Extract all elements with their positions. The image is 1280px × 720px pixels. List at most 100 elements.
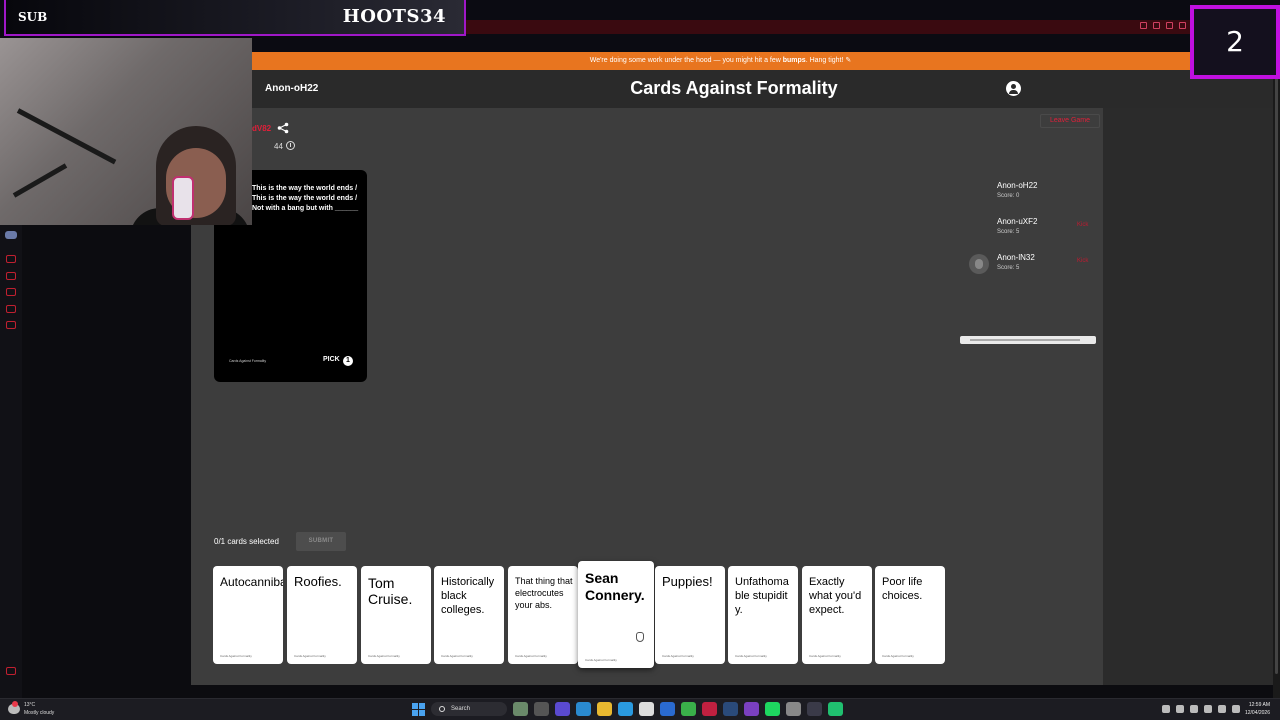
app-icon[interactable] [555, 702, 570, 716]
share-icon[interactable] [277, 122, 289, 134]
leave-game-button[interactable]: Leave Game [1040, 114, 1100, 128]
page-scrollbar[interactable] [1273, 70, 1280, 698]
player-score: Score: 5 [997, 265, 1020, 271]
settings-icon[interactable] [786, 702, 801, 716]
submit-button[interactable]: SUBMIT [296, 532, 346, 551]
card-text: Autocannibalism. [220, 575, 283, 589]
card-footer: Cards Against Formality [585, 658, 617, 662]
card-text: Exactly what you'd expect. [809, 576, 862, 616]
white-card[interactable]: Unfathomable stupidity. Cards Against For… [728, 566, 798, 664]
counter-overlay: 2 [1190, 5, 1280, 79]
card-footer: Cards Against Formality [368, 654, 400, 658]
play-icon[interactable] [6, 272, 16, 280]
card-text: Sean Connery. [585, 570, 645, 603]
discord-icon[interactable] [5, 231, 17, 239]
app-icon[interactable] [6, 667, 16, 675]
copilot-icon[interactable] [576, 702, 591, 716]
account-icon[interactable] [1006, 81, 1021, 96]
card-footer: Cards Against Formality [662, 654, 694, 658]
card-text: Tom Cruise. [368, 575, 413, 607]
timer-value: 44 [274, 142, 283, 151]
app-icon[interactable] [807, 702, 822, 716]
player-name: Anon-uXF2 [997, 217, 1038, 226]
player-list: Anon-oH22 Score: 0 Anon-uXF2 Score: 5 Ki… [965, 178, 1095, 286]
volume-icon[interactable] [1218, 705, 1226, 713]
card-text: Historically black colleges. [441, 576, 495, 616]
onedrive-icon[interactable] [1176, 705, 1184, 713]
store-icon[interactable] [639, 702, 654, 716]
settings-icon[interactable] [6, 321, 16, 329]
task-view-icon[interactable] [534, 702, 549, 716]
pick-count-badge: 1 [343, 356, 353, 366]
microphone-icon [172, 176, 194, 220]
player-name: Anon-lN32 [997, 253, 1035, 262]
battery-icon[interactable] [1232, 705, 1240, 713]
file-explorer-icon[interactable] [597, 702, 612, 716]
app-icon[interactable] [6, 305, 16, 313]
kick-player-button[interactable]: Kick [1077, 258, 1088, 264]
counter-value: 2 [1226, 25, 1244, 58]
white-card[interactable]: Poor life choices. Cards Against Formalit… [875, 566, 945, 664]
sub-label: SUB [18, 10, 48, 24]
white-card[interactable]: Tom Cruise. Cards Against Formality [361, 566, 431, 664]
player-list-scrollbar[interactable] [960, 336, 1096, 344]
windows-start-icon[interactable] [412, 702, 425, 716]
clock-date: 12/04/2026 [1244, 710, 1270, 716]
card-footer: Cards Against Formality [882, 654, 914, 658]
banner-bold-text: bumps [782, 57, 806, 64]
taskbar-clock[interactable]: 12:59 AM 12/04/2026 [1245, 701, 1270, 717]
app-title: Cards Against Formality [630, 78, 838, 98]
mail-icon[interactable] [660, 702, 675, 716]
player-row: Anon-oH22 Score: 0 [965, 178, 1095, 214]
card-footer: Cards Against Formality [441, 654, 473, 658]
maintenance-banner: We're doing some work under the hood — y… [251, 52, 1190, 70]
player-row: Anon-uXF2 Score: 5 Kick [965, 214, 1095, 250]
app-icon[interactable] [6, 255, 16, 263]
browser-tab-strip [465, 20, 1190, 34]
spotify-icon[interactable] [765, 702, 780, 716]
white-card[interactable]: Autocannibalism. Cards Against Formality [213, 566, 283, 664]
card-text: Roofies. [294, 574, 342, 589]
app-icon[interactable] [6, 288, 16, 296]
extension-icon[interactable] [1166, 22, 1173, 29]
app-icon[interactable] [681, 702, 696, 716]
black-card-prompt: This is the way the world ends / This is… [252, 185, 359, 212]
white-card[interactable]: Exactly what you'd expect. Cards Against … [802, 566, 872, 664]
widgets-icon[interactable] [513, 702, 528, 716]
card-footer: Cards Against Formality [735, 654, 767, 658]
app-icon[interactable] [828, 702, 843, 716]
microphone-tray-icon[interactable] [1190, 705, 1198, 713]
network-icon[interactable] [1204, 705, 1212, 713]
taskbar-apps: Search [412, 702, 843, 716]
game-code: dV82 [252, 124, 272, 133]
card-text: Puppies! [662, 574, 713, 589]
discord-taskbar-icon[interactable] [744, 702, 759, 716]
opera-icon[interactable] [702, 702, 717, 716]
white-card-hovered[interactable]: Sean Connery. Cards Against Formality [578, 561, 654, 668]
card-text: That thing that electrocutes your abs. [515, 576, 573, 610]
clock-icon [285, 141, 295, 150]
taskbar-search[interactable]: Search [431, 702, 507, 716]
card-footer: Cards Against Formality [515, 654, 547, 658]
browser-toolbar-icons [1140, 22, 1186, 29]
tab-icon[interactable] [1153, 22, 1160, 29]
edge-icon[interactable] [618, 702, 633, 716]
player-score: Score: 0 [997, 193, 1020, 199]
left-sidebar [0, 225, 22, 698]
kick-player-button[interactable]: Kick [1077, 222, 1088, 228]
shield-icon[interactable] [1179, 22, 1186, 29]
card-footer: Cards Against Formality [809, 654, 841, 658]
card-text: Poor life choices. [882, 576, 923, 602]
chevron-up-icon[interactable] [1162, 705, 1170, 713]
white-card[interactable]: Puppies! Cards Against Formality [655, 566, 725, 664]
white-card[interactable]: Roofies. Cards Against Formality [287, 566, 357, 664]
card-text: Unfathomable stupidity. [735, 576, 789, 616]
white-card[interactable]: That thing that electrocutes your abs. Ca… [508, 566, 578, 664]
mouse-cursor-icon [636, 632, 644, 642]
round-timer: 44 [274, 141, 295, 151]
bookmark-icon[interactable] [1140, 22, 1147, 29]
steam-icon[interactable] [723, 702, 738, 716]
white-card[interactable]: Historically black colleges. Cards Agains… [434, 566, 504, 664]
player-avatar [969, 254, 989, 274]
sub-banner-overlay: SUB HOOTS34 [4, 0, 466, 36]
